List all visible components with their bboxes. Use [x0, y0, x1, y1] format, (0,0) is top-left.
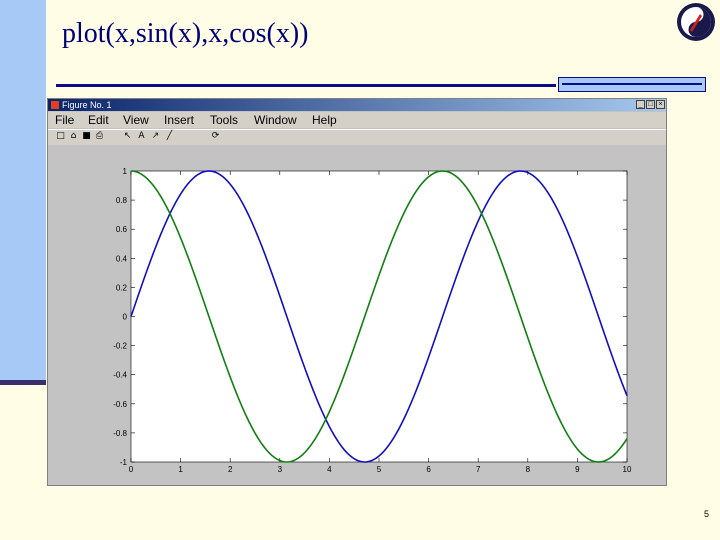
y-tick-label: -0.2 — [113, 342, 127, 351]
y-tick-label: 0.4 — [116, 254, 128, 263]
x-tick-label: 8 — [526, 465, 531, 474]
x-tick-label: 5 — [377, 465, 382, 474]
x-tick-label: 2 — [228, 465, 233, 474]
y-tick-label: 0.6 — [116, 225, 128, 234]
x-tick-label: 9 — [575, 465, 580, 474]
x-tick-label: 6 — [426, 465, 431, 474]
y-tick-label: -0.8 — [113, 429, 127, 438]
page-number: 5 — [704, 509, 710, 519]
y-tick-label: -1 — [120, 458, 128, 467]
x-tick-label: 0 — [129, 465, 134, 474]
plot-axes-box — [130, 170, 628, 463]
x-tick-label: 7 — [476, 465, 481, 474]
x-tick-label: 3 — [278, 465, 283, 474]
y-tick-label: 1 — [123, 167, 128, 176]
y-tick-label: -0.4 — [113, 371, 127, 380]
x-tick-label: 10 — [623, 465, 632, 474]
x-tick-label: 4 — [327, 465, 332, 474]
x-tick-label: 1 — [178, 465, 183, 474]
y-tick-label: 0.2 — [116, 283, 128, 292]
sin-cos-plot: 0 1 2 3 4 5 6 7 8 9 10 1 0.8 0.6 0.4 0.2 0 -0.2 -0.4 -0.6 -0… — [113, 167, 632, 474]
y-tick-label: 0.8 — [116, 196, 128, 205]
y-tick-label: 0 — [123, 313, 128, 322]
y-tick-label: -0.6 — [113, 400, 127, 409]
